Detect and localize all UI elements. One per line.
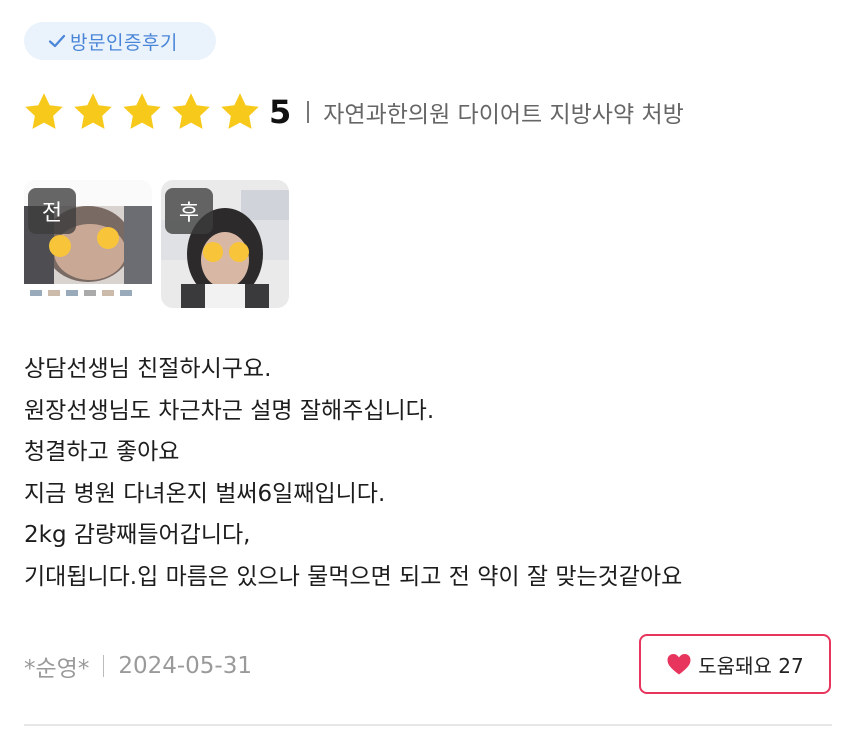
divider (307, 101, 310, 123)
star-icon (172, 93, 210, 129)
review-line: 기대됩니다.입 마름은 있으나 물먹으면 되고 전 약이 잘 맞는것같아요 (24, 563, 683, 590)
review-line: 2kg 감량째들어갑니다, (24, 522, 251, 548)
after-photo[interactable]: 후 (161, 180, 289, 308)
star-icon (25, 93, 63, 129)
verified-visit-badge: 방문인증후기 (24, 22, 216, 60)
helpful-button[interactable]: 도움돼요 27 (639, 634, 831, 694)
review-text: 상담선생님 친절하시구요. 원장선생님도 차근차근 설명 잘해주십니다. 청결하… (24, 349, 824, 598)
meta-divider (103, 655, 105, 677)
check-icon (48, 34, 66, 48)
review-meta: *순영* 2024-05-31 (24, 646, 252, 686)
review-line: 지금 병원 다녀온지 벌써6일째입니다. (24, 480, 386, 507)
bottom-divider (24, 724, 832, 726)
review-line: 청결하고 좋아요 (24, 439, 180, 465)
star-icon (123, 93, 161, 129)
product-name: 자연과한의원 다이어트 지방사약 처방 (323, 102, 684, 128)
star-icon (74, 93, 112, 129)
rating-score: 5 (269, 93, 292, 131)
helpful-label: 도움돼요 27 (698, 653, 804, 678)
star-icon (221, 93, 259, 129)
review-line: 원장선생님도 차근차근 설명 잘해주십니다. (24, 397, 435, 424)
before-photo[interactable]: 전 (24, 180, 152, 308)
badge-label: 방문인증후기 (70, 31, 178, 54)
heart-icon (667, 654, 691, 675)
rating-row: 5 자연과한의원 다이어트 지방사약 처방 (22, 86, 684, 138)
review-date: 2024-05-31 (118, 653, 252, 679)
author-name: *순영* (24, 656, 90, 682)
photo-tag-after: 후 (165, 188, 213, 234)
photo-tag-before: 전 (28, 188, 76, 234)
review-line: 상담선생님 친절하시구요. (24, 356, 272, 382)
